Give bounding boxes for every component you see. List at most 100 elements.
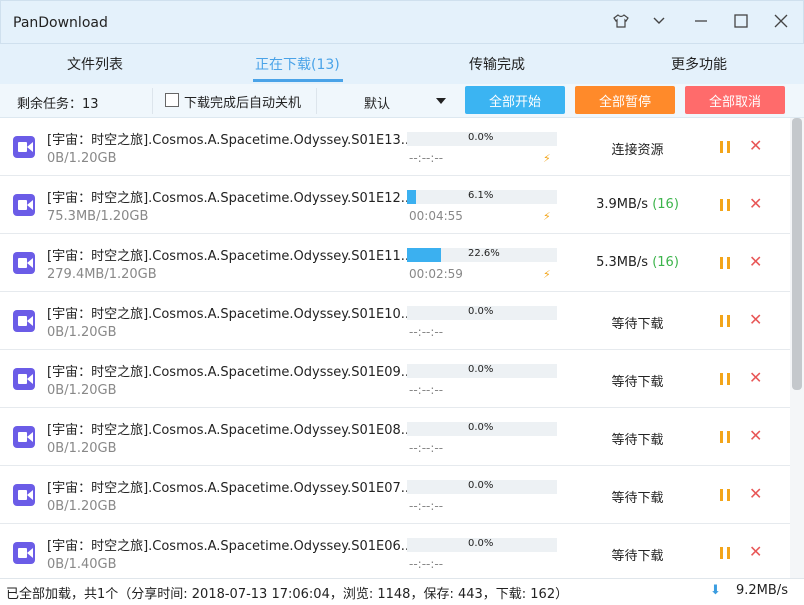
progress-percent: 22.6% — [468, 248, 500, 259]
dropdown-caret-icon[interactable] — [436, 98, 446, 104]
file-name: [宇宙：时空之旅].Cosmos.A.Spacetime.Odyssey.S01… — [47, 423, 418, 438]
download-status: 等待下载 — [585, 371, 690, 390]
video-file-icon — [13, 136, 35, 158]
file-name: [宇宙：时空之旅].Cosmos.A.Spacetime.Odyssey.S01… — [47, 365, 418, 380]
share-info-text: 已全部加载，共1个（分享时间: 2018-07-13 17:06:04，浏览: … — [6, 587, 569, 602]
active-tab-indicator — [253, 79, 343, 82]
download-status: 5.3MB/s (16) — [585, 255, 690, 270]
connection-count: (16) — [652, 197, 679, 212]
download-row[interactable]: [宇宙：时空之旅].Cosmos.A.Spacetime.Odyssey.S01… — [0, 176, 790, 234]
scrollbar-thumb[interactable] — [792, 118, 802, 390]
app-title: PanDownload — [13, 15, 108, 31]
pause-icon[interactable] — [720, 141, 730, 153]
file-size: 0B/1.20GB — [47, 325, 117, 340]
status-text: 5.3MB/s — [596, 255, 649, 270]
time-remaining: --:--:-- — [409, 499, 444, 513]
file-name: [宇宙：时空之旅].Cosmos.A.Spacetime.Odyssey.S01… — [47, 307, 418, 322]
file-size: 0B/1.20GB — [47, 441, 117, 456]
start-all-button[interactable]: 全部开始 — [465, 86, 565, 114]
auto-shutdown-label[interactable]: 下载完成后自动关机 — [184, 92, 301, 111]
progress-fill — [407, 248, 441, 262]
minimize-icon[interactable] — [690, 10, 712, 32]
chevron-down-icon[interactable] — [648, 10, 670, 32]
pause-icon[interactable] — [720, 257, 730, 269]
lightning-icon: ⚡ — [543, 152, 551, 165]
file-size: 75.3MB/1.20GB — [47, 209, 149, 224]
status-text: 等待下载 — [611, 433, 664, 448]
file-name: [宇宙：时空之旅].Cosmos.A.Spacetime.Odyssey.S01… — [47, 539, 418, 554]
delete-icon[interactable]: ✕ — [749, 136, 762, 155]
delete-icon[interactable]: ✕ — [749, 426, 762, 445]
tab-downloading[interactable]: 正在下载(13) — [255, 54, 340, 74]
download-arrow-icon: ⬇ — [710, 583, 721, 598]
progress-percent: 0.0% — [468, 422, 494, 433]
remaining-tasks: 剩余任务：13 — [17, 97, 99, 112]
pause-icon[interactable] — [720, 315, 730, 327]
file-name: [宇宙：时空之旅].Cosmos.A.Spacetime.Odyssey.S01… — [47, 249, 418, 264]
lightning-icon: ⚡ — [543, 210, 551, 223]
download-row[interactable]: [宇宙：时空之旅].Cosmos.A.Spacetime.Odyssey.S01… — [0, 292, 790, 350]
delete-icon[interactable]: ✕ — [749, 542, 762, 561]
download-status: 等待下载 — [585, 487, 690, 506]
maximize-icon[interactable] — [730, 10, 752, 32]
delete-icon[interactable]: ✕ — [749, 310, 762, 329]
time-remaining: --:--:-- — [409, 151, 444, 165]
delete-icon[interactable]: ✕ — [749, 194, 762, 213]
status-text: 3.9MB/s — [596, 197, 649, 212]
pause-all-button[interactable]: 全部暂停 — [575, 86, 675, 114]
download-row[interactable]: [宇宙：时空之旅].Cosmos.A.Spacetime.Odyssey.S01… — [0, 234, 790, 292]
time-remaining: --:--:-- — [409, 383, 444, 397]
divider — [152, 88, 153, 114]
download-status: 等待下载 — [585, 545, 690, 564]
video-file-icon — [13, 484, 35, 506]
tab-completed[interactable]: 传输完成 — [469, 54, 525, 74]
status-text: 等待下载 — [611, 549, 664, 564]
toolbar: 剩余任务：13 下载完成后自动关机 默认 — [0, 84, 804, 118]
file-name: [宇宙：时空之旅].Cosmos.A.Spacetime.Odyssey.S01… — [47, 481, 418, 496]
file-size: 0B/1.40GB — [47, 557, 117, 572]
status-text: 等待下载 — [611, 375, 664, 390]
pause-icon[interactable] — [720, 431, 730, 443]
delete-icon[interactable]: ✕ — [749, 368, 762, 387]
cancel-all-button[interactable]: 全部取消 — [685, 86, 785, 114]
progress-percent: 0.0% — [468, 538, 494, 549]
progress-percent: 0.0% — [468, 364, 494, 375]
skin-icon[interactable] — [610, 10, 632, 32]
progress-percent: 0.0% — [468, 480, 494, 491]
sort-select[interactable]: 默认 — [364, 93, 390, 112]
title-bar: PanDownload — [0, 0, 804, 44]
status-text: 连接资源 — [611, 143, 664, 158]
time-remaining: --:--:-- — [409, 441, 444, 455]
download-row[interactable]: [宇宙：时空之旅].Cosmos.A.Spacetime.Odyssey.S01… — [0, 466, 790, 524]
download-status: 等待下载 — [585, 313, 690, 332]
pause-icon[interactable] — [720, 199, 730, 211]
close-icon[interactable] — [770, 10, 792, 32]
progress-percent: 0.0% — [468, 132, 494, 143]
time-remaining: --:--:-- — [409, 325, 444, 339]
download-row[interactable]: [宇宙：时空之旅].Cosmos.A.Spacetime.Odyssey.S01… — [0, 408, 790, 466]
tab-more[interactable]: 更多功能 — [671, 54, 727, 74]
delete-icon[interactable]: ✕ — [749, 252, 762, 271]
download-row[interactable]: [宇宙：时空之旅].Cosmos.A.Spacetime.Odyssey.S01… — [0, 118, 790, 176]
connection-count: (16) — [652, 255, 679, 270]
total-speed: 9.2MB/s — [736, 583, 788, 598]
pause-icon[interactable] — [720, 373, 730, 385]
auto-shutdown-checkbox[interactable] — [165, 93, 179, 107]
download-row[interactable]: [宇宙：时空之旅].Cosmos.A.Spacetime.Odyssey.S01… — [0, 350, 790, 408]
file-size: 0B/1.20GB — [47, 383, 117, 398]
video-file-icon — [13, 252, 35, 274]
download-row[interactable]: [宇宙：时空之旅].Cosmos.A.Spacetime.Odyssey.S01… — [0, 524, 790, 578]
tab-file-list[interactable]: 文件列表 — [67, 54, 123, 74]
file-size: 0B/1.20GB — [47, 499, 117, 514]
video-file-icon — [13, 426, 35, 448]
download-status: 连接资源 — [585, 139, 690, 158]
pause-icon[interactable] — [720, 489, 730, 501]
pause-icon[interactable] — [720, 547, 730, 559]
download-status: 3.9MB/s (16) — [585, 197, 690, 212]
status-text: 等待下载 — [611, 491, 664, 506]
delete-icon[interactable]: ✕ — [749, 484, 762, 503]
file-name: [宇宙：时空之旅].Cosmos.A.Spacetime.Odyssey.S01… — [47, 191, 418, 206]
time-remaining: 00:02:59 — [409, 267, 463, 281]
file-size: 279.4MB/1.20GB — [47, 267, 157, 282]
download-list: [宇宙：时空之旅].Cosmos.A.Spacetime.Odyssey.S01… — [0, 118, 790, 578]
